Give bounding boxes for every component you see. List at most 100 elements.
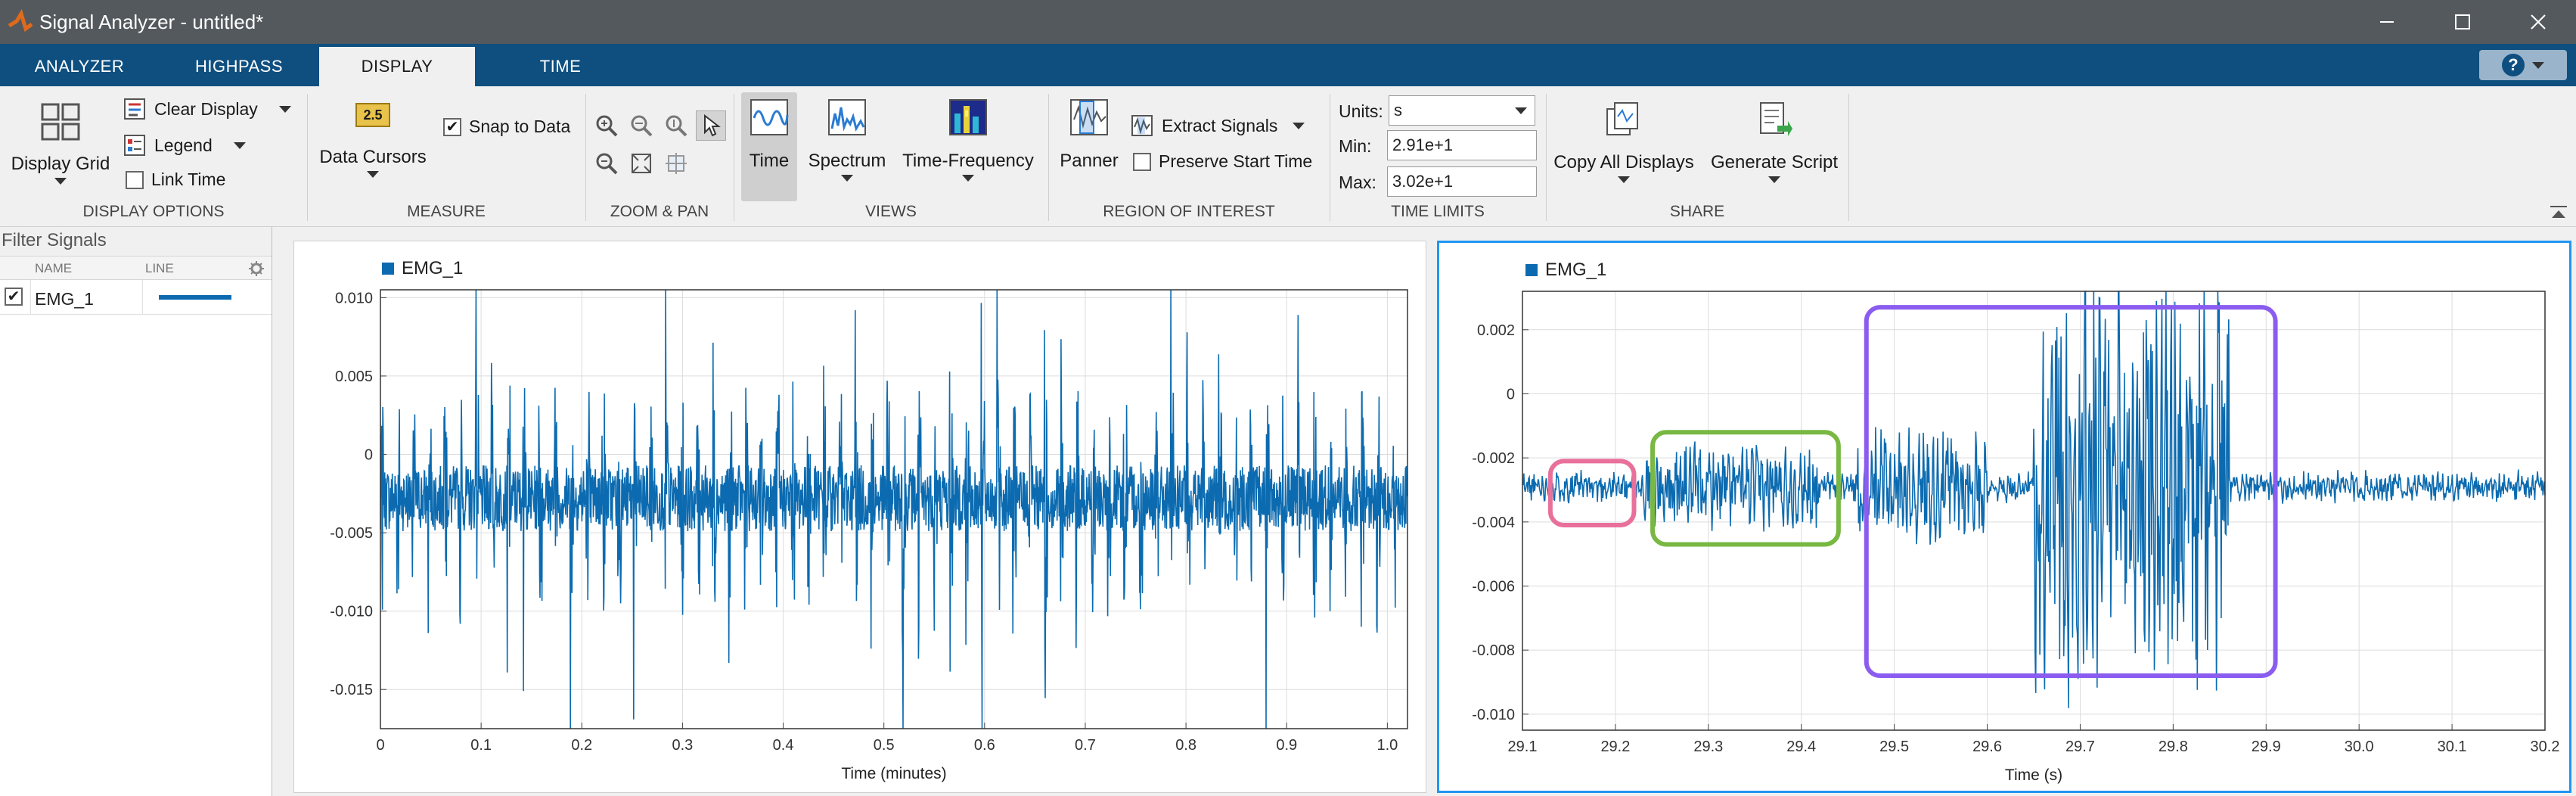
clear-display-button[interactable]: Clear Display bbox=[123, 97, 291, 121]
y-tick-label: -0.010 bbox=[1472, 707, 1515, 723]
signal-visible-checkbox[interactable]: ✔ bbox=[5, 288, 23, 306]
display-grid-icon bbox=[41, 103, 80, 141]
pan-icon[interactable] bbox=[664, 151, 688, 176]
x-tick-label: 29.9 bbox=[2252, 738, 2281, 755]
tab-analyzer[interactable]: ANALYZER bbox=[0, 47, 159, 86]
cursor-arrow-icon bbox=[704, 114, 721, 137]
signal-row-emg-1[interactable]: ✔ EMG_1 bbox=[0, 280, 272, 315]
max-time-input[interactable]: 3.02e+1 bbox=[1387, 166, 1537, 197]
select-button[interactable] bbox=[696, 110, 726, 141]
y-tick-label: -0.005 bbox=[330, 525, 373, 542]
display-panel-1[interactable]: EMG_1 0 0.1 0.2 0.3 0.4 0.5 0.6 0.7 0.8 0.9 1.0 0.0… bbox=[293, 241, 1426, 793]
x-tick-label: 29.4 bbox=[1786, 738, 1816, 755]
link-time-checkbox[interactable]: Link Time bbox=[126, 169, 225, 190]
spectrum-view-icon bbox=[828, 99, 866, 135]
min-label: Min: bbox=[1339, 136, 1372, 156]
chevron-down-icon bbox=[54, 178, 67, 185]
extract-signals-button[interactable]: Extract Signals bbox=[1130, 113, 1305, 138]
separator bbox=[307, 94, 308, 221]
matlab-logo-icon bbox=[8, 9, 33, 33]
zoom-y-icon[interactable] bbox=[664, 113, 688, 138]
x-tick-label: 29.5 bbox=[1879, 738, 1909, 755]
x-tick-label: 30.0 bbox=[2345, 738, 2374, 755]
generate-script-button[interactable]: Generate Script bbox=[1708, 101, 1841, 183]
x-tick-label: 0.7 bbox=[1075, 737, 1096, 754]
data-cursors-icon: 2.5 bbox=[355, 103, 390, 127]
signal-line-emg-1 bbox=[1522, 291, 2546, 708]
copy-all-displays-button[interactable]: Copy All Displays bbox=[1552, 101, 1696, 183]
copy-icon bbox=[1606, 102, 1638, 135]
link-time-check[interactable] bbox=[126, 170, 144, 189]
title-bar: Signal Analyzer - untitled* bbox=[0, 0, 2576, 44]
section-share: SHARE bbox=[1669, 203, 1725, 220]
display-grid-label: Display Grid bbox=[11, 154, 110, 174]
tab-strip: ANALYZER HIGHPASS DISPLAY TIME ? bbox=[0, 44, 2576, 86]
minimize-button[interactable] bbox=[2349, 0, 2425, 44]
max-label: Max: bbox=[1339, 173, 1376, 192]
time-view-label: Time bbox=[749, 151, 790, 171]
section-zoom-pan: ZOOM & PAN bbox=[610, 203, 709, 220]
legend-button[interactable]: Legend bbox=[123, 133, 246, 157]
chevron-down-icon bbox=[2532, 61, 2544, 69]
snap-to-data-checkbox[interactable]: ✔ Snap to Data bbox=[443, 117, 570, 137]
time-plot-1[interactable]: 0 0.1 0.2 0.3 0.4 0.5 0.6 0.7 0.8 0.9 1.0 0.010 0.00… bbox=[294, 241, 1426, 792]
time-plot-2[interactable]: 29.1 29.2 29.3 29.4 29.5 29.6 29.7 29.8 29.9 30.0… bbox=[1439, 243, 2569, 791]
zoom-out-icon[interactable] bbox=[594, 151, 619, 176]
fit-to-view-icon[interactable] bbox=[629, 151, 653, 176]
legend: EMG_1 bbox=[382, 258, 463, 279]
window-title: Signal Analyzer - untitled* bbox=[39, 10, 264, 33]
display-grid-button[interactable]: Display Grid bbox=[5, 103, 116, 185]
signal-line-emg-1 bbox=[380, 289, 1408, 729]
x-tick-label: 29.7 bbox=[2065, 738, 2095, 755]
help-button[interactable]: ? bbox=[2479, 50, 2567, 80]
display-panel-2[interactable]: EMG_1 29.1 29.2 29.3 29.4 29.5 29.6 29.7 29.8 29… bbox=[1437, 241, 2571, 793]
name-column-header: NAME bbox=[35, 261, 73, 275]
x-axis-label: Time (s) bbox=[2005, 766, 2062, 784]
tab-time[interactable]: TIME bbox=[475, 47, 646, 86]
gear-icon[interactable] bbox=[248, 260, 265, 277]
chevron-down-icon bbox=[1768, 176, 1780, 183]
close-button[interactable] bbox=[2500, 0, 2576, 44]
section-measure: MEASURE bbox=[407, 203, 486, 220]
legend-label: EMG_1 bbox=[1545, 260, 1607, 280]
x-tick-label: 1.0 bbox=[1376, 737, 1398, 754]
x-tick-label: 0.5 bbox=[874, 737, 895, 754]
preserve-start-time-check[interactable] bbox=[1133, 152, 1151, 171]
generate-script-label: Generate Script bbox=[1710, 152, 1839, 173]
spectrum-view-label: Spectrum bbox=[808, 151, 886, 171]
tab-highpass[interactable]: HIGHPASS bbox=[159, 47, 319, 86]
separator bbox=[585, 94, 586, 221]
copy-all-displays-label: Copy All Displays bbox=[1553, 152, 1694, 173]
data-cursors-label: Data Cursors bbox=[319, 147, 427, 167]
time-frequency-view-icon bbox=[949, 99, 987, 135]
snap-to-data-label: Snap to Data bbox=[469, 117, 571, 136]
chevron-down-icon bbox=[367, 171, 379, 178]
x-tick-label: 0.9 bbox=[1276, 737, 1297, 754]
time-frequency-view-button[interactable]: Time-Frequency bbox=[900, 98, 1036, 182]
zoom-in-icon[interactable] bbox=[594, 113, 619, 138]
tab-display[interactable]: DISPLAY bbox=[319, 47, 475, 86]
chevron-down-icon bbox=[1293, 122, 1305, 129]
spectrum-view-button[interactable]: Spectrum bbox=[802, 98, 892, 182]
legend-label: EMG_1 bbox=[402, 258, 464, 278]
generate-script-icon bbox=[1760, 102, 1792, 136]
preserve-start-time-checkbox[interactable]: Preserve Start Time bbox=[1133, 151, 1312, 172]
signal-name: EMG_1 bbox=[35, 289, 94, 309]
panner-label: Panner bbox=[1060, 151, 1119, 171]
x-tick-label: 0.3 bbox=[672, 737, 694, 754]
units-dropdown[interactable]: s bbox=[1389, 95, 1535, 126]
time-view-button[interactable]: Time bbox=[741, 98, 797, 172]
time-view-icon bbox=[750, 99, 789, 135]
section-display-options: DISPLAY OPTIONS bbox=[82, 203, 225, 220]
snap-to-data-check[interactable]: ✔ bbox=[443, 117, 461, 136]
section-region-of-interest: REGION OF INTEREST bbox=[1103, 203, 1275, 220]
data-cursors-button[interactable]: 2.5 Data Cursors bbox=[316, 103, 430, 178]
maximize-button[interactable] bbox=[2425, 0, 2500, 44]
chevron-down-icon bbox=[841, 175, 853, 182]
panner-button[interactable]: Panner bbox=[1057, 98, 1121, 172]
min-time-input[interactable]: 2.91e+1 bbox=[1387, 130, 1537, 160]
clear-display-label: Clear Display bbox=[154, 98, 258, 119]
zoom-x-icon[interactable] bbox=[629, 113, 653, 138]
filter-signals-input[interactable]: Filter Signals bbox=[0, 227, 272, 256]
collapse-toolstrip-icon[interactable] bbox=[2549, 204, 2568, 221]
